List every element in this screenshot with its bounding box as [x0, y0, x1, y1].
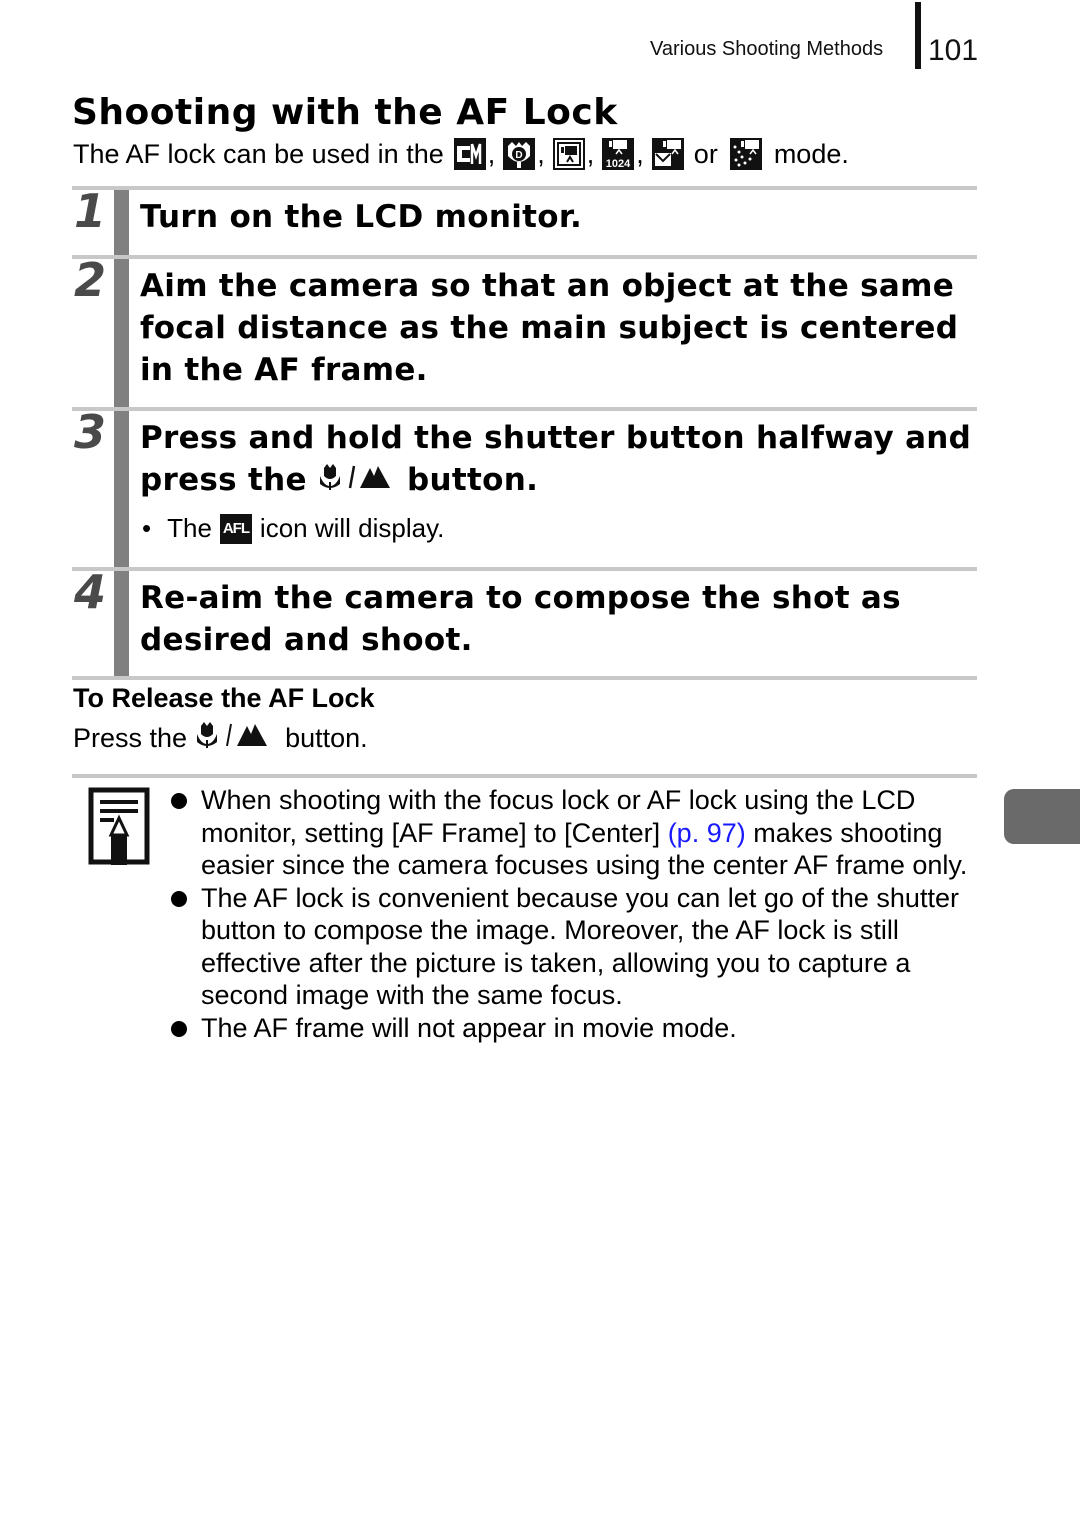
step-text: Re-aim the camera to compose the shot as… [140, 580, 901, 658]
memo-note-icon [88, 787, 152, 869]
step-text-after: button. [407, 462, 539, 498]
page-97-link[interactable]: (p. 97) [668, 818, 746, 848]
step-bar [114, 259, 129, 407]
macro-landscape-button-icon [195, 720, 275, 757]
step-text-before: Press and hold the shutter button halfwa… [140, 420, 972, 498]
note-item: The AF lock is convenient because you ca… [168, 882, 978, 1012]
intro-sep: , [537, 138, 545, 169]
intro-line: The AF lock can be used in the , D , , 1… [73, 138, 849, 170]
movie-compact-mode-icon [651, 138, 684, 170]
note-list: When shooting with the focus lock or AF … [168, 784, 978, 1044]
afl-icon: AFL [219, 513, 252, 544]
macro-landscape-button-icon [318, 461, 396, 503]
header-rule [915, 2, 921, 69]
svg-text:1024: 1024 [606, 158, 631, 170]
release-text: Press the button. [73, 720, 368, 757]
step-divider [72, 407, 977, 411]
step-bar [114, 571, 129, 676]
note-divider [72, 774, 977, 778]
movie-standard-mode-icon [552, 138, 585, 170]
step-text: Aim the camera so that an object at the … [140, 268, 959, 388]
intro-sep: , [586, 138, 595, 169]
step-divider [72, 567, 977, 571]
release-text-after: button. [285, 723, 368, 753]
step-number: 1 [74, 184, 107, 238]
step-bullet: • The AFL icon will display. [140, 513, 444, 544]
chapter-side-tab [1004, 789, 1080, 844]
step-bar [114, 411, 129, 567]
digital-macro-mode-icon: D [503, 138, 536, 170]
step-divider [72, 186, 977, 190]
release-heading: To Release the AF Lock [73, 683, 375, 713]
step-number: 2 [74, 253, 107, 307]
step-number: 4 [74, 565, 107, 619]
bullet-after: icon will display. [259, 513, 445, 543]
step-text: Turn on the LCD monitor. [140, 199, 583, 235]
svg-text:D: D [516, 150, 523, 161]
intro-sep-or: or [693, 138, 718, 169]
step-number: 3 [74, 405, 107, 459]
release-text-before: Press the [73, 723, 188, 753]
note-item: When shooting with the focus lock or AF … [168, 784, 978, 882]
page-number: 101 [928, 34, 979, 67]
intro-suffix: mode. [773, 138, 849, 169]
section-title: Shooting with the AF Lock [72, 92, 618, 133]
intro-sep: , [636, 138, 644, 169]
intro-prefix: The AF lock can be used in the [73, 138, 444, 169]
step-bar [114, 190, 129, 255]
step-text: Press and hold the shutter button halfwa… [140, 417, 980, 503]
custom-manual-mode-icon [453, 138, 486, 170]
intro-sep: , [487, 138, 496, 169]
step-divider [72, 255, 977, 259]
movie-1024-mode-icon: 1024 [602, 138, 635, 170]
bullet-dot: • [142, 513, 152, 543]
bullet-before: The [167, 513, 212, 543]
step-divider [72, 676, 977, 680]
movie-color-accent-mode-icon [729, 138, 762, 170]
running-head: Various Shooting Methods [650, 38, 884, 60]
note-item: The AF frame will not appear in movie mo… [168, 1012, 978, 1045]
